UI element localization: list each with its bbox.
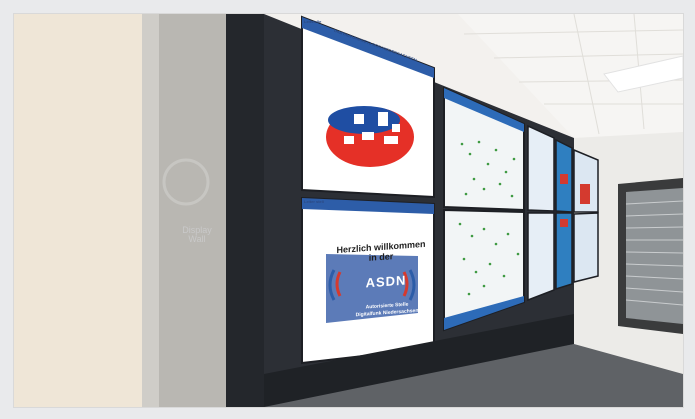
asdn-logo-box bbox=[326, 254, 418, 323]
control-room-photo bbox=[14, 14, 683, 407]
screen-right-1-bottom bbox=[527, 212, 555, 302]
screen-right-3-bottom bbox=[573, 212, 599, 283]
photo-frame: Leitstelle DIGITALFUNKNETZ BOS NIEDERSAC… bbox=[13, 13, 684, 408]
left-wall bbox=[14, 14, 142, 407]
screen-right-1-top bbox=[527, 124, 555, 212]
